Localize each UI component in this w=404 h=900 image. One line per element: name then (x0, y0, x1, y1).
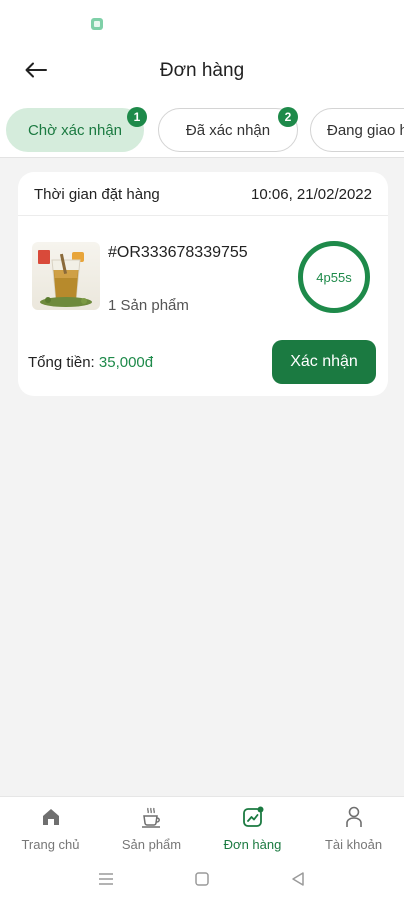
confirm-order-button[interactable]: Xác nhận (272, 340, 376, 384)
product-count: 1 Sản phẩm (108, 297, 189, 314)
order-status-tabs: Chờ xác nhận Đã xác nhận Đang giao h (0, 96, 404, 158)
nav-label: Sản phẩm (121, 837, 182, 852)
home-button[interactable] (191, 868, 213, 890)
home-icon (40, 805, 62, 829)
pending-count-badge: 1 (127, 107, 147, 127)
tab-confirmed[interactable]: Đã xác nhận (158, 108, 298, 152)
page-title: Đơn hàng (159, 60, 245, 81)
total-value: 35,000đ (98, 354, 154, 371)
nav-label: Đơn hàng (223, 837, 282, 852)
coffee-cup-icon (140, 805, 164, 829)
order-total: Tổng tiền: 35,000đ (28, 354, 153, 371)
nav-item-account[interactable]: Tài khoản (303, 797, 404, 858)
nav-item-products[interactable]: Sản phẩm (101, 797, 202, 858)
orders-chart-icon (241, 805, 265, 829)
countdown-text: 4p55s (316, 269, 352, 285)
tab-pending[interactable]: Chờ xác nhận (6, 108, 144, 152)
tab-delivering[interactable]: Đang giao h (310, 108, 404, 152)
notification-icon (91, 18, 103, 30)
tab-label: Đang giao h (327, 121, 404, 139)
nav-label: Tài khoản (324, 837, 383, 852)
order-card[interactable]: Thời gian đặt hàng 10:06, 21/02/2022 #OR… (18, 172, 388, 396)
product-thumbnail (32, 242, 100, 310)
order-id: #OR333678339755 (108, 244, 248, 261)
total-label: Tổng tiền: (28, 354, 99, 371)
nav-label: Trang chủ (21, 837, 80, 852)
app-header: Đơn hàng (0, 46, 404, 96)
tab-label: Chờ xác nhận (27, 121, 123, 139)
order-time-value: 10:06, 21/02/2022 (251, 186, 372, 203)
system-navigation-bar (0, 858, 404, 900)
countdown-timer: 4p55s (298, 241, 370, 313)
system-back-button[interactable] (287, 868, 309, 890)
triangle-back-icon (292, 872, 304, 886)
order-time-row: Thời gian đặt hàng 10:06, 21/02/2022 (18, 172, 388, 216)
user-icon (343, 805, 365, 829)
nav-item-home[interactable]: Trang chủ (0, 797, 101, 858)
order-time-label: Thời gian đặt hàng (34, 186, 160, 203)
drink-image (38, 250, 92, 307)
recent-apps-button[interactable] (95, 868, 117, 890)
menu-lines-icon (99, 873, 113, 885)
status-bar (0, 0, 404, 46)
nav-item-orders[interactable]: Đơn hàng (202, 797, 303, 858)
confirmed-count-badge: 2 (278, 107, 298, 127)
square-icon (195, 872, 209, 886)
bottom-navigation: Trang chủ Sản phẩm Đơn hàng Tài khoản (0, 796, 404, 858)
tab-label: Đã xác nhận (185, 121, 271, 139)
